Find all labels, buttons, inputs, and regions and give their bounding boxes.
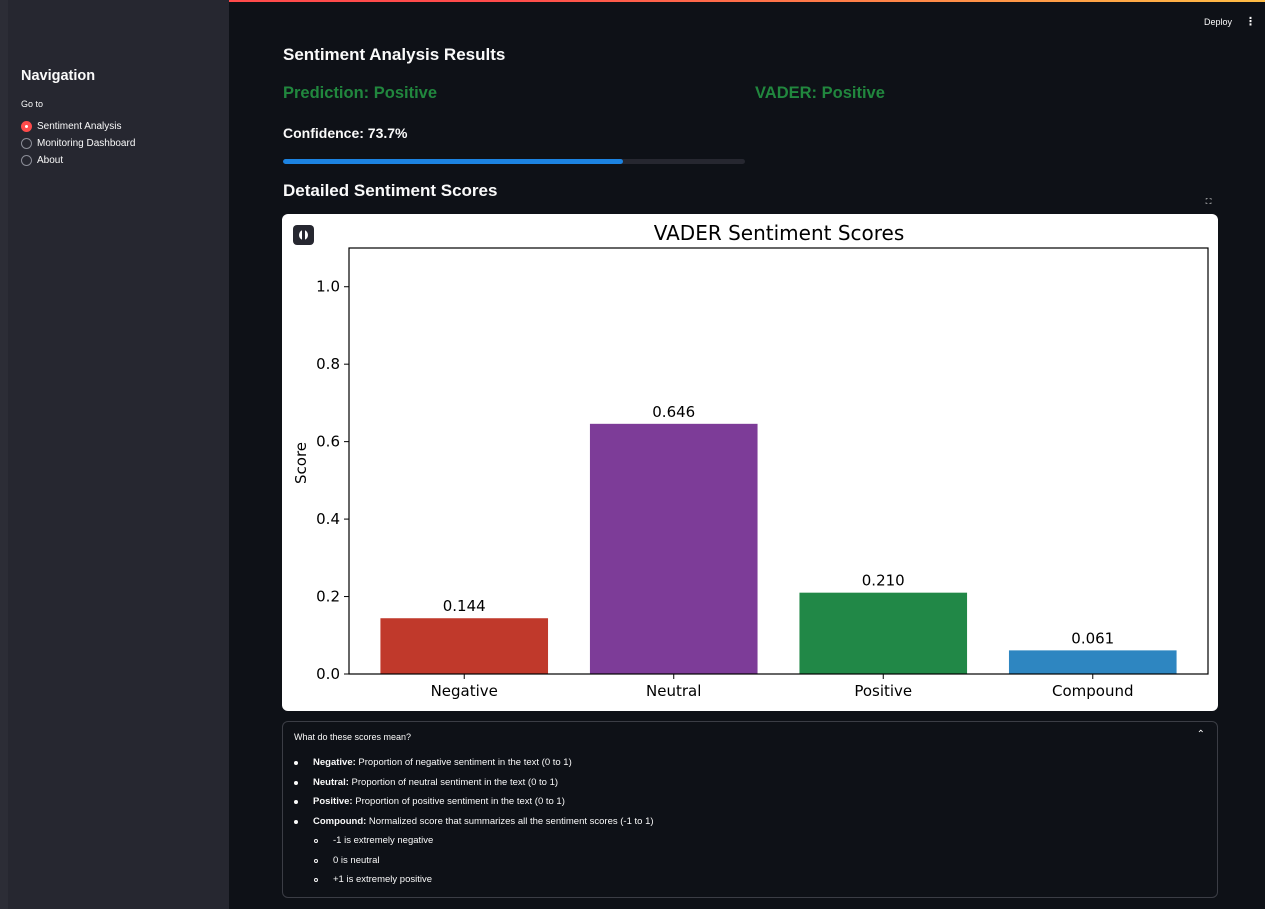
term-description: Proportion of negative sentiment in the …: [355, 757, 572, 768]
x-tick-label: Positive: [854, 682, 912, 700]
term-label: Positive:: [313, 796, 353, 807]
page-title: Sentiment Analysis Results: [283, 45, 506, 64]
nav-option-sentiment-analysis[interactable]: Sentiment Analysis: [21, 118, 135, 135]
sidebar-edge: [0, 0, 8, 909]
bar-chart: VADER Sentiment Scores Score 0.144 Negati…: [292, 221, 1209, 700]
term-label: Compound:: [313, 815, 367, 827]
bar-neutral: [589, 423, 758, 674]
prediction-label: Prediction: Positive: [283, 84, 438, 102]
sub-list-item: +1 is extremely positive: [314, 873, 654, 893]
y-tick-label: 1.0: [316, 278, 340, 296]
bar-value-label: 0.646: [652, 403, 695, 421]
radio-group-label: Go to: [21, 99, 44, 109]
chevron-up-icon[interactable]: ⌃: [1197, 729, 1205, 740]
chart-toolbar-icon[interactable]: [293, 225, 314, 245]
x-tick-label: Negative: [431, 682, 498, 700]
list-item: Neutral: Proportion of neutral sentiment…: [294, 776, 654, 796]
radio-unselected-icon[interactable]: [21, 155, 32, 166]
progress-fill: [283, 159, 624, 164]
scores-explanation-expander: What do these scores mean? ⌃ Negative: P…: [282, 721, 1218, 898]
plot-area: 0.144 Negative 0.646 Neutral 0.210 Positive 0.…: [316, 247, 1209, 700]
bar-value-label: 0.061: [1071, 629, 1114, 647]
deploy-button[interactable]: Deploy: [1198, 16, 1238, 28]
confidence-label: Confidence: 73.7%: [283, 125, 408, 141]
section-heading: Detailed Sentiment Scores: [283, 181, 498, 200]
sidebar-title: Navigation: [21, 68, 96, 84]
y-tick-label: 0.6: [316, 433, 340, 451]
nav-option-label: Monitoring Dashboard: [37, 138, 136, 149]
y-tick-label: 0.0: [316, 665, 340, 683]
chart-title: VADER Sentiment Scores: [654, 221, 905, 245]
kebab-menu-icon[interactable]: ⋮: [1245, 15, 1256, 29]
list-item: Compound: Normalized score that summariz…: [294, 815, 654, 835]
list-item: Positive: Proportion of positive sentime…: [294, 795, 654, 815]
bar-value-label: 0.210: [862, 572, 905, 590]
explanation-list: Negative: Proportion of negative sentime…: [294, 756, 654, 893]
bar-positive: [799, 592, 968, 674]
expander-title[interactable]: What do these scores mean?: [294, 732, 411, 742]
vader-label: VADER: Positive: [755, 84, 885, 102]
confidence-progress-bar: [283, 159, 745, 164]
fullscreen-icon[interactable]: ⛶: [1202, 196, 1215, 208]
y-tick-label: 0.4: [316, 510, 340, 528]
nav-option-monitoring-dashboard[interactable]: Monitoring Dashboard: [21, 135, 135, 152]
x-tick-label: Compound: [1052, 682, 1134, 700]
nav-radio-group: Sentiment Analysis Monitoring Dashboard …: [21, 118, 135, 169]
term-description: Normalized score that summarizes all the…: [366, 815, 654, 827]
bar-negative: [380, 618, 549, 674]
nav-option-label: Sentiment Analysis: [37, 121, 122, 132]
sub-list-item: 0 is neutral: [314, 854, 654, 874]
list-item: Negative: Proportion of negative sentime…: [294, 756, 654, 776]
term-description: Proportion of positive sentiment in the …: [352, 796, 565, 807]
radio-unselected-icon[interactable]: [21, 138, 32, 149]
term-description: Proportion of neutral sentiment in the t…: [348, 776, 559, 788]
y-tick-label: 0.8: [316, 355, 340, 373]
nav-option-label: About: [37, 155, 64, 166]
radio-selected-icon[interactable]: [21, 121, 32, 132]
chart-container: VADER Sentiment Scores Score 0.144 Negati…: [282, 214, 1218, 711]
bar-value-label: 0.144: [443, 597, 486, 615]
sidebar: Navigation Go to Sentiment Analysis Moni…: [0, 0, 229, 909]
y-tick-label: 0.2: [316, 588, 340, 606]
term-label: Neutral:: [313, 776, 349, 788]
x-tick-label: Neutral: [646, 682, 701, 700]
bar-compound: [1008, 650, 1177, 674]
term-label: Negative:: [313, 757, 356, 768]
nav-option-about[interactable]: About: [21, 152, 135, 169]
y-axis-label: Score: [292, 442, 310, 484]
sub-list-item: -1 is extremely negative: [314, 834, 654, 854]
